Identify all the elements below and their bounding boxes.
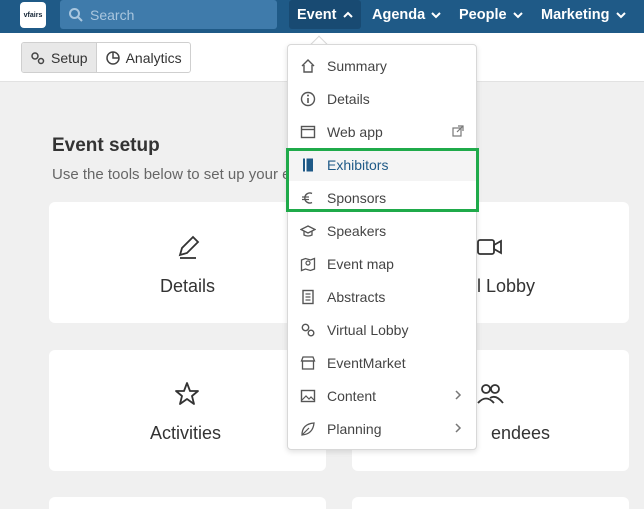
app-logo[interactable]: vfairs: [20, 2, 46, 28]
card-activities-label: Activities: [150, 423, 222, 443]
search-input[interactable]: Search: [60, 0, 277, 29]
search-icon: [69, 7, 83, 22]
card-activities[interactable]: Activities: [49, 350, 326, 471]
chevron-down-icon: [431, 11, 441, 18]
card-attendees-label: endees: [491, 423, 551, 443]
card-details-label: Details: [160, 276, 216, 296]
chevron-down-icon: [512, 11, 523, 18]
map-icon: [300, 257, 316, 271]
nav-event-label: Event: [297, 6, 337, 23]
analytics-tab[interactable]: Analytics: [97, 43, 190, 72]
card-details[interactable]: Details: [49, 202, 326, 323]
chevron-right-icon: [455, 423, 462, 433]
nav-people[interactable]: People: [459, 0, 523, 29]
menu-item-web-app[interactable]: Web app: [288, 115, 476, 148]
graduation-cap-icon: [300, 224, 316, 237]
menu-item-label: Speakers: [327, 222, 387, 239]
home-icon: [301, 58, 315, 73]
menu-item-planning[interactable]: Planning: [288, 412, 476, 445]
window-icon: [300, 125, 316, 138]
chevron-up-icon: [342, 11, 353, 18]
gears-icon: [31, 51, 45, 64]
card-virtual-lobby-label: al Lobby: [467, 276, 536, 296]
menu-item-event-map[interactable]: Event map: [288, 247, 476, 280]
image-icon: [300, 389, 316, 402]
leaf-icon: [301, 421, 315, 436]
menu-item-speakers[interactable]: Speakers: [288, 214, 476, 247]
menu-item-label: Virtual Lobby: [327, 321, 409, 338]
page-subtitle: Use the tools below to set up your event: [52, 166, 290, 183]
pie-chart-icon: [105, 50, 120, 65]
setup-tab-label: Setup: [51, 49, 88, 66]
menu-item-label: Details: [327, 90, 370, 107]
menu-item-abstracts[interactable]: Abstracts: [288, 280, 476, 313]
setup-tab[interactable]: Setup: [22, 43, 97, 72]
page-title: Event setup: [52, 135, 160, 156]
nav-event[interactable]: Event: [289, 0, 361, 29]
card-partial: [49, 497, 326, 509]
menu-item-label: Planning: [327, 420, 382, 437]
star-icon: [175, 382, 199, 405]
highlight-box: [286, 148, 479, 212]
menu-item-label: Abstracts: [327, 288, 386, 305]
menu-item-label: EventMarket: [327, 354, 406, 371]
nav-marketing-label: Marketing: [541, 6, 610, 23]
menu-item-summary[interactable]: Summary: [288, 49, 476, 82]
menu-item-details[interactable]: Details: [288, 82, 476, 115]
menu-item-virtual-lobby[interactable]: Virtual Lobby: [288, 313, 476, 346]
chevron-right-icon: [455, 390, 462, 400]
menu-item-label: Summary: [327, 57, 387, 74]
top-navigation-bar: vfairs Search Event Agenda People Market…: [0, 0, 644, 33]
store-icon: [300, 355, 316, 370]
external-link-icon: [452, 125, 464, 137]
video-gear-icon: [477, 239, 502, 255]
nav-people-label: People: [459, 6, 507, 23]
menu-item-label: Event map: [327, 255, 394, 272]
menu-item-eventmarket[interactable]: EventMarket: [288, 346, 476, 379]
logo-text: vfairs: [23, 11, 43, 19]
document-icon: [302, 289, 314, 304]
gears-icon: [301, 323, 315, 336]
menu-item-label: Content: [327, 387, 377, 404]
menu-item-content[interactable]: Content: [288, 379, 476, 412]
info-icon: [300, 91, 316, 106]
nav-agenda[interactable]: Agenda: [372, 0, 441, 29]
view-toggle: Setup Analytics: [21, 42, 191, 73]
card-partial: [352, 497, 629, 509]
menu-item-label: Web app: [327, 123, 383, 140]
pencil-icon: [178, 235, 200, 259]
event-dropdown-menu: Summary Details Web app Exhibitors Spons…: [287, 44, 477, 450]
chevron-down-icon: [615, 11, 626, 18]
search-placeholder: Search: [90, 6, 135, 23]
nav-marketing[interactable]: Marketing: [541, 0, 626, 29]
analytics-tab-label: Analytics: [125, 49, 182, 66]
people-icon: [477, 384, 504, 404]
nav-agenda-label: Agenda: [372, 6, 426, 23]
